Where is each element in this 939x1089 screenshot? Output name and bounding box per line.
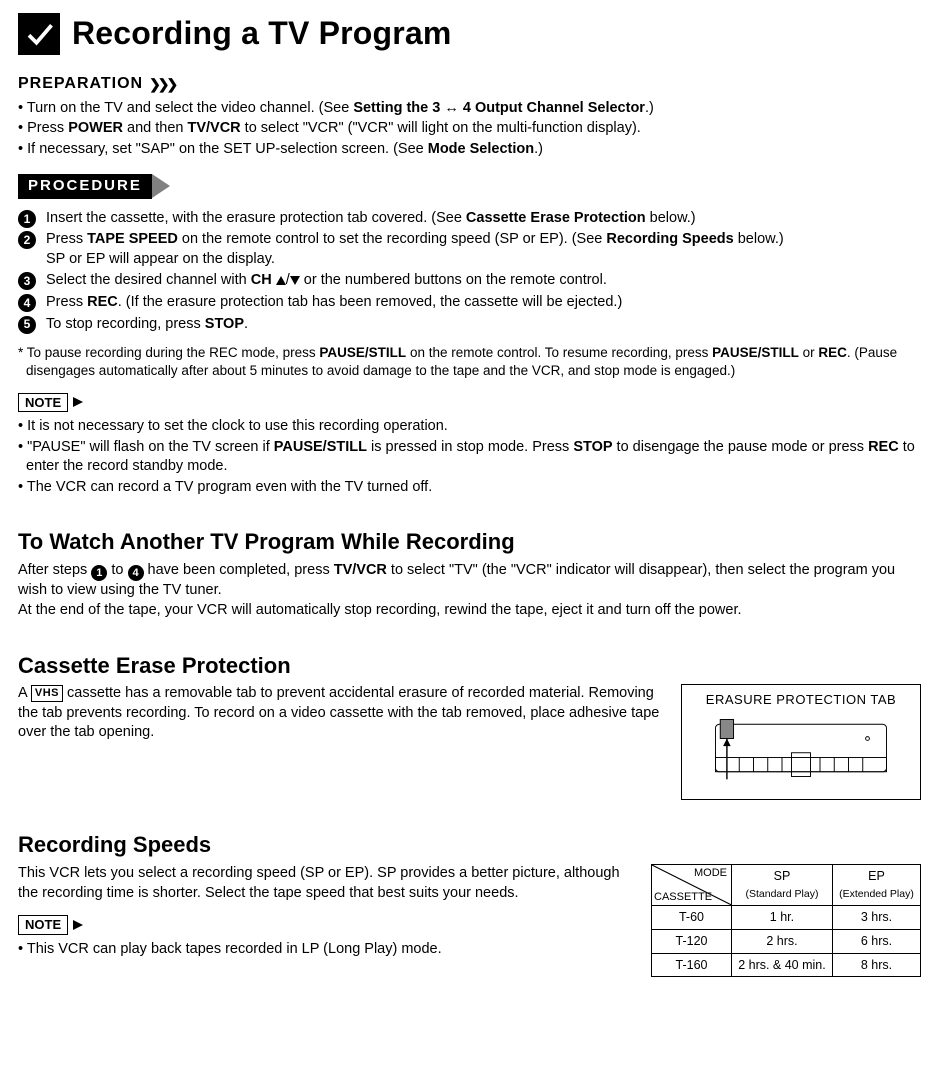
preparation-item: • If necessary, set "SAP" on the SET UP-…	[18, 140, 921, 160]
procedure-step: 2 Press TAPE SPEED on the remote control…	[18, 230, 921, 269]
procedure-step: 5 To stop recording, press STOP.	[18, 315, 921, 335]
note-heading: NOTE	[18, 393, 68, 413]
note-item: • It is not necessary to set the clock t…	[18, 417, 921, 437]
note-heading: NOTE	[18, 915, 68, 935]
page-title-row: Recording a TV Program	[18, 12, 921, 55]
chevron-down-icon	[290, 276, 300, 285]
note-list: • It is not necessary to set the clock t…	[18, 417, 921, 497]
preparation-heading: PREPARATION ❯❯❯	[18, 73, 921, 95]
procedure-heading: PROCEDURE	[18, 174, 152, 198]
erase-protection-heading: Cassette Erase Protection	[18, 651, 921, 681]
procedure-step: 1 Insert the cassette, with the erasure …	[18, 209, 921, 229]
note-item: • "PAUSE" will flash on the TV screen if…	[18, 438, 921, 477]
erasure-protection-figure: ERASURE PROTECTION TAB	[681, 684, 921, 800]
step-number-icon: 1	[91, 565, 107, 581]
cassette-icon	[706, 713, 896, 783]
checkmark-icon	[18, 13, 60, 55]
table-row: T-120 2 hrs. 6 hrs.	[652, 929, 921, 953]
preparation-item: • Press POWER and then TV/VCR to select …	[18, 119, 921, 139]
watch-another-body: After steps 1 to 4 have been completed, …	[18, 561, 921, 621]
fastforward-icon: ❯❯❯	[149, 75, 175, 94]
procedure-step: 3 Select the desired channel with CH / o…	[18, 271, 921, 291]
preparation-list: • Turn on the TV and select the video ch…	[18, 99, 921, 160]
step-number-icon: 1	[18, 210, 36, 228]
table-header-diagonal: MODE CASSETTE	[652, 865, 732, 906]
procedure-step: 4 Press REC. (If the erasure protection …	[18, 293, 921, 313]
step-number-icon: 2	[18, 231, 36, 249]
step-number-icon: 4	[128, 565, 144, 581]
table-header: EP(Extended Play)	[832, 865, 920, 906]
table-header: SP(Standard Play)	[732, 865, 833, 906]
procedure-list: 1 Insert the cassette, with the erasure …	[18, 209, 921, 334]
preparation-item: • Turn on the TV and select the video ch…	[18, 99, 921, 119]
step-number-icon: 5	[18, 316, 36, 334]
recording-speeds-heading: Recording Speeds	[18, 830, 921, 860]
step-number-icon: 3	[18, 272, 36, 290]
table-row: T-60 1 hr. 3 hrs.	[652, 905, 921, 929]
note-item: • This VCR can play back tapes recorded …	[18, 940, 637, 960]
watch-another-heading: To Watch Another TV Program While Record…	[18, 527, 921, 557]
table-row: T-160 2 hrs. & 40 min. 8 hrs.	[652, 953, 921, 977]
figure-label: ERASURE PROTECTION TAB	[694, 691, 908, 709]
page-title: Recording a TV Program	[72, 12, 452, 55]
note-item: • The VCR can record a TV program even w…	[18, 478, 921, 498]
procedure-footnote: * To pause recording during the REC mode…	[18, 344, 921, 380]
erase-protection-body: A VHS cassette has a removable tab to pr…	[18, 684, 667, 743]
recording-speeds-table: MODE CASSETTE SP(Standard Play) EP(Exten…	[651, 864, 921, 977]
recording-speeds-body: This VCR lets you select a recording spe…	[18, 864, 637, 903]
step-number-icon: 4	[18, 294, 36, 312]
chevron-up-icon	[276, 276, 286, 285]
vhs-logo-icon: VHS	[31, 685, 63, 702]
